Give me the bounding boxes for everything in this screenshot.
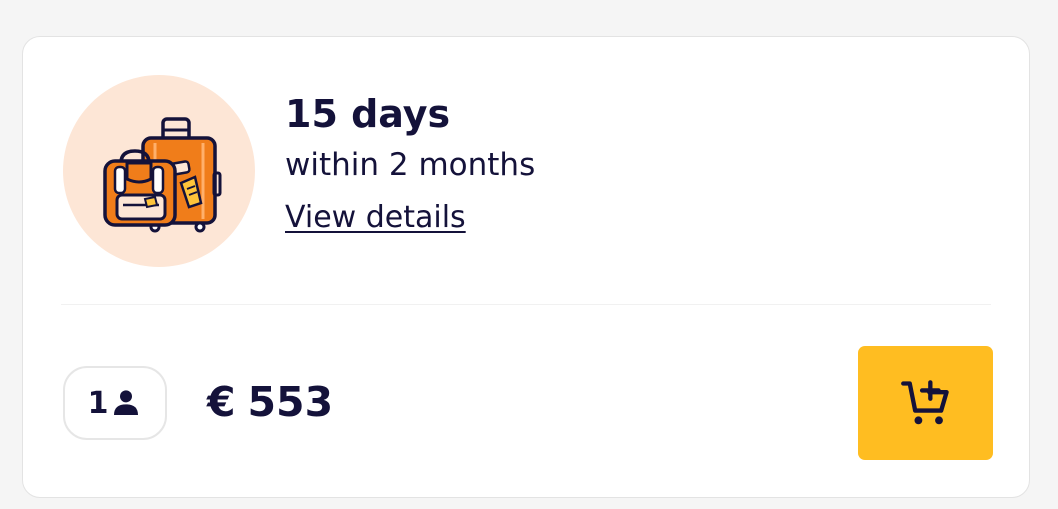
traveller-count: 1 xyxy=(87,385,109,421)
person-icon xyxy=(114,390,139,415)
pass-card: 15 days within 2 months View details 1 €… xyxy=(22,36,1030,498)
duration-title: 15 days xyxy=(285,92,451,136)
pass-info: 15 days within 2 months View details xyxy=(285,91,535,237)
price: € 553 xyxy=(207,377,333,427)
price-amount: 553 xyxy=(247,378,334,426)
add-to-cart-icon xyxy=(900,380,949,425)
luggage-icon xyxy=(103,117,222,233)
validity-text: within 2 months xyxy=(285,147,536,183)
price-currency: € xyxy=(207,378,236,426)
view-details-link[interactable]: View details xyxy=(285,199,466,237)
traveller-count-selector[interactable]: 1 xyxy=(63,366,167,440)
divider xyxy=(61,304,991,305)
add-to-cart-button[interactable] xyxy=(858,346,993,460)
luggage-illustration xyxy=(63,75,255,267)
